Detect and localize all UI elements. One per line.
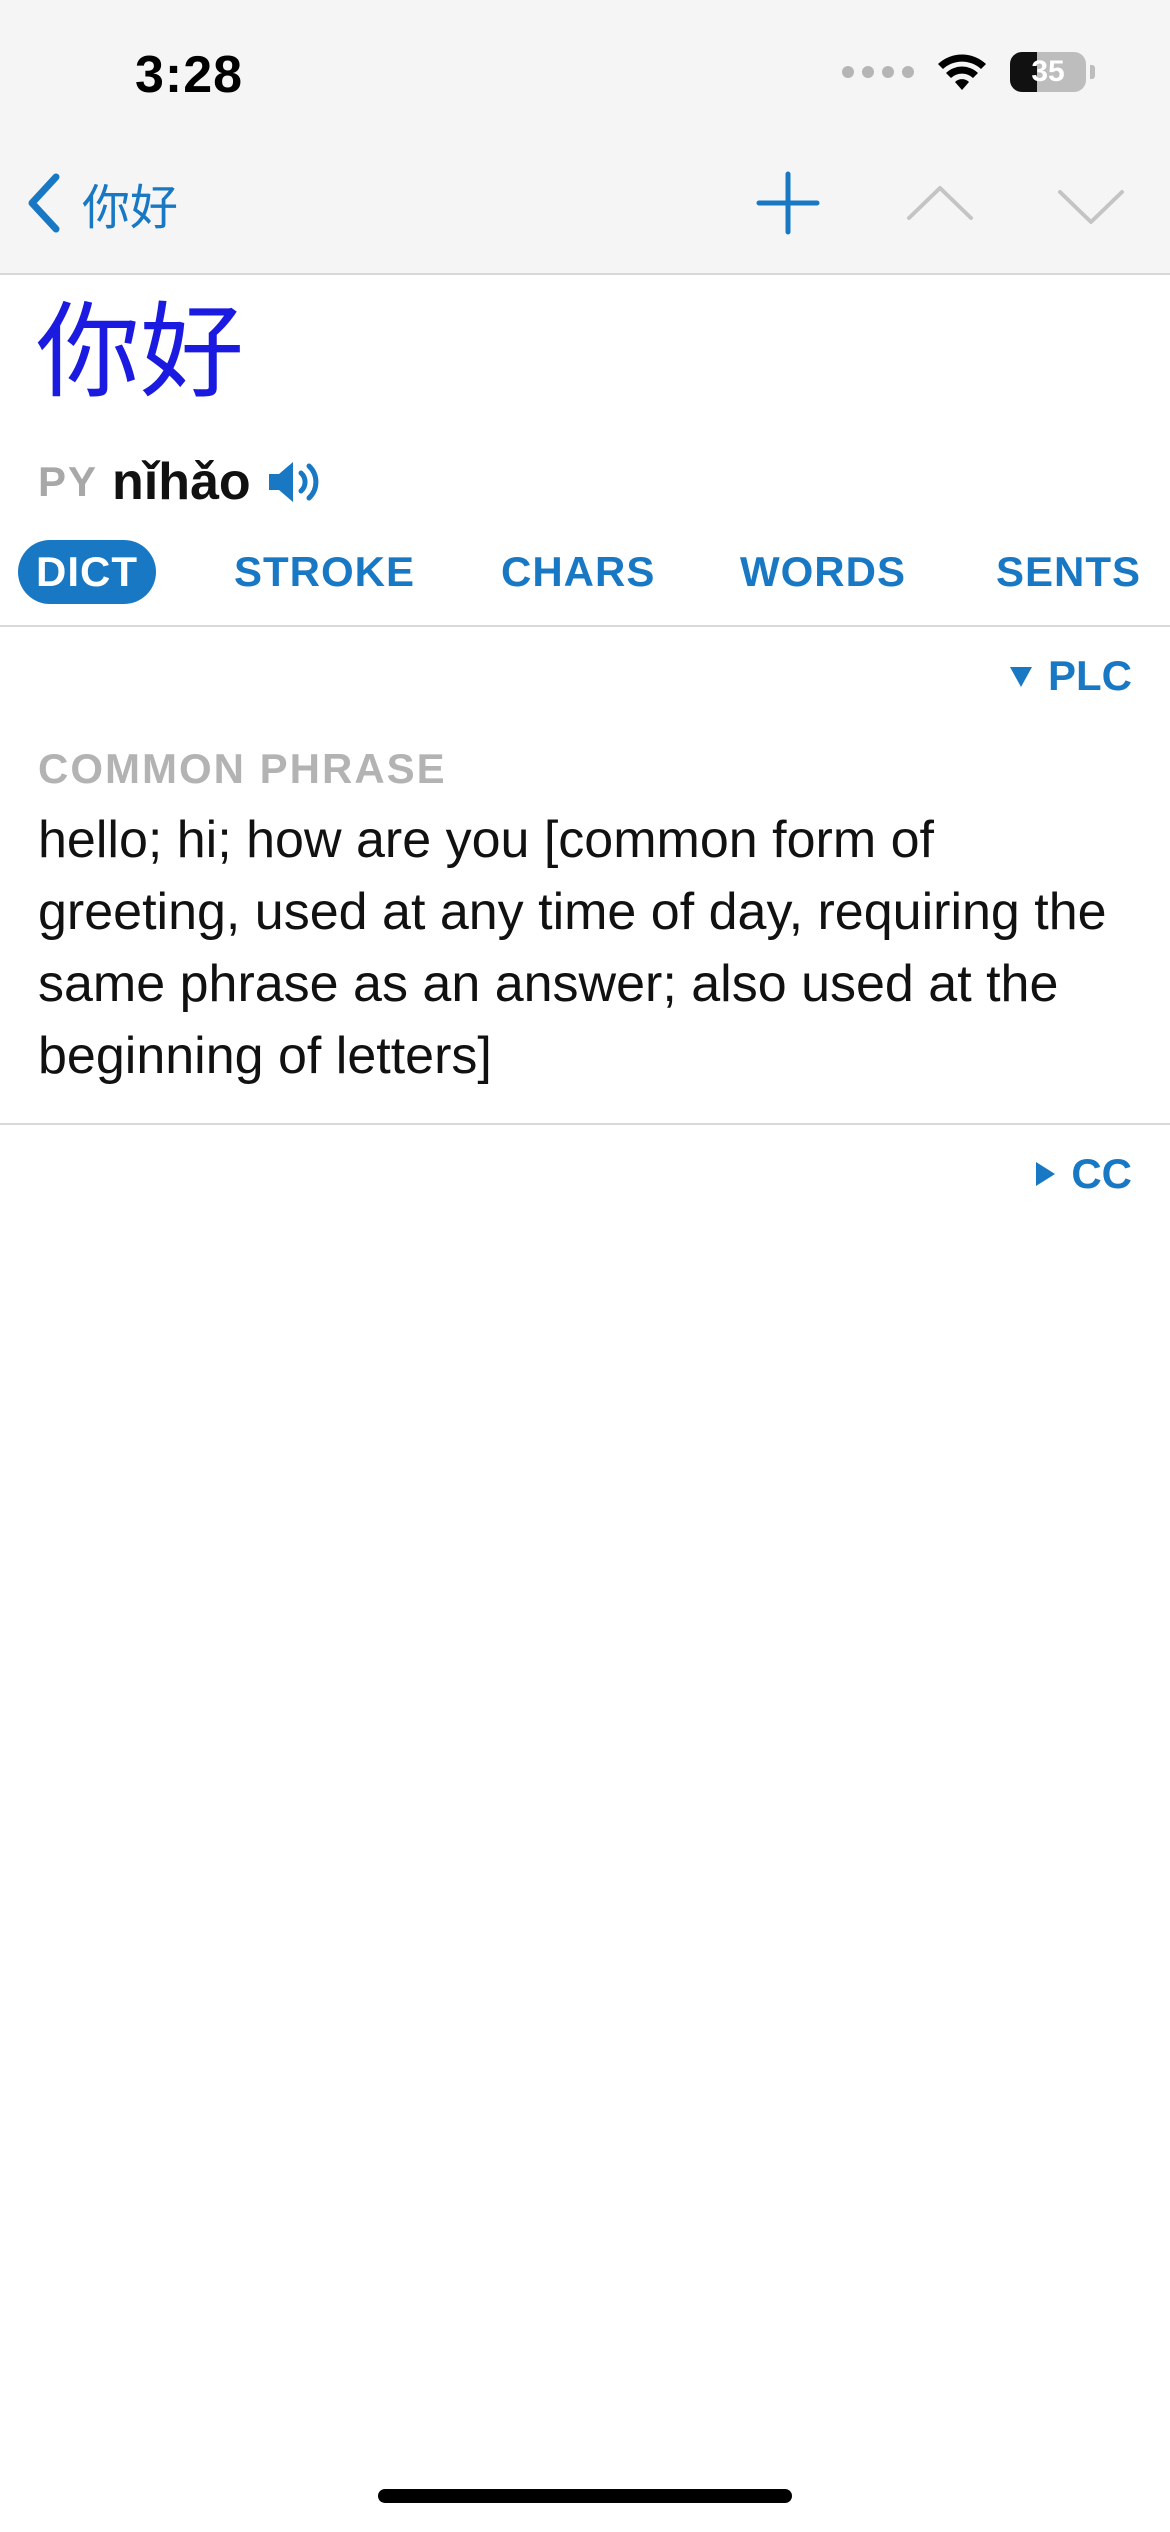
tab-words[interactable]: WORDS	[740, 540, 906, 604]
top-bar: 3:28 35 你好	[0, 0, 1170, 275]
chevron-left-icon	[28, 173, 60, 233]
pinyin-row: PY nǐhǎo	[38, 452, 325, 512]
entry-tabs: DICT STROKE CHARS WORDS SENTS	[18, 540, 1158, 604]
wifi-icon	[938, 54, 986, 90]
battery-level: 35	[1031, 55, 1065, 88]
signal-dots-icon	[842, 66, 914, 78]
plc-label: PLC	[1048, 652, 1132, 699]
plc-section-toggle[interactable]: PLC	[1008, 652, 1132, 700]
back-button[interactable]: 你好	[24, 168, 178, 238]
headword: 你好	[36, 291, 245, 413]
tab-chars[interactable]: CHARS	[501, 540, 655, 604]
chevron-down-icon[interactable]	[1056, 188, 1126, 228]
battery-cap	[1090, 65, 1095, 79]
back-button-label: 你好	[82, 180, 179, 236]
pinyin-value: nǐhǎo	[112, 453, 251, 511]
battery-icon: 35	[1010, 52, 1086, 92]
definition-divider	[0, 1123, 1170, 1125]
definition-text: hello; hi; how are you [common form of g…	[38, 811, 1107, 1085]
cc-label: CC	[1071, 1150, 1132, 1197]
status-time: 3:28	[135, 46, 244, 104]
chevron-up-icon[interactable]	[905, 182, 975, 222]
cc-section-toggle[interactable]: CC	[1033, 1150, 1132, 1198]
pinyin-label: PY	[38, 458, 99, 505]
tab-stroke[interactable]: STROKE	[234, 540, 415, 604]
triangle-right-icon	[1036, 1162, 1056, 1186]
triangle-down-icon	[1010, 667, 1032, 687]
definition-category: COMMON PHRASE	[38, 745, 447, 792]
tab-dict[interactable]: DICT	[18, 540, 156, 604]
status-icons: 35	[842, 52, 1095, 92]
plus-icon[interactable]	[755, 170, 821, 236]
tab-sents[interactable]: SENTS	[996, 540, 1141, 604]
dictionary-entry-screen: 3:28 35 你好 你好 PY nǐhǎo DICT STROKE CHARS…	[0, 0, 1170, 2532]
tabs-divider	[0, 625, 1170, 627]
speaker-icon[interactable]	[265, 456, 325, 508]
home-indicator[interactable]	[378, 2489, 792, 2503]
